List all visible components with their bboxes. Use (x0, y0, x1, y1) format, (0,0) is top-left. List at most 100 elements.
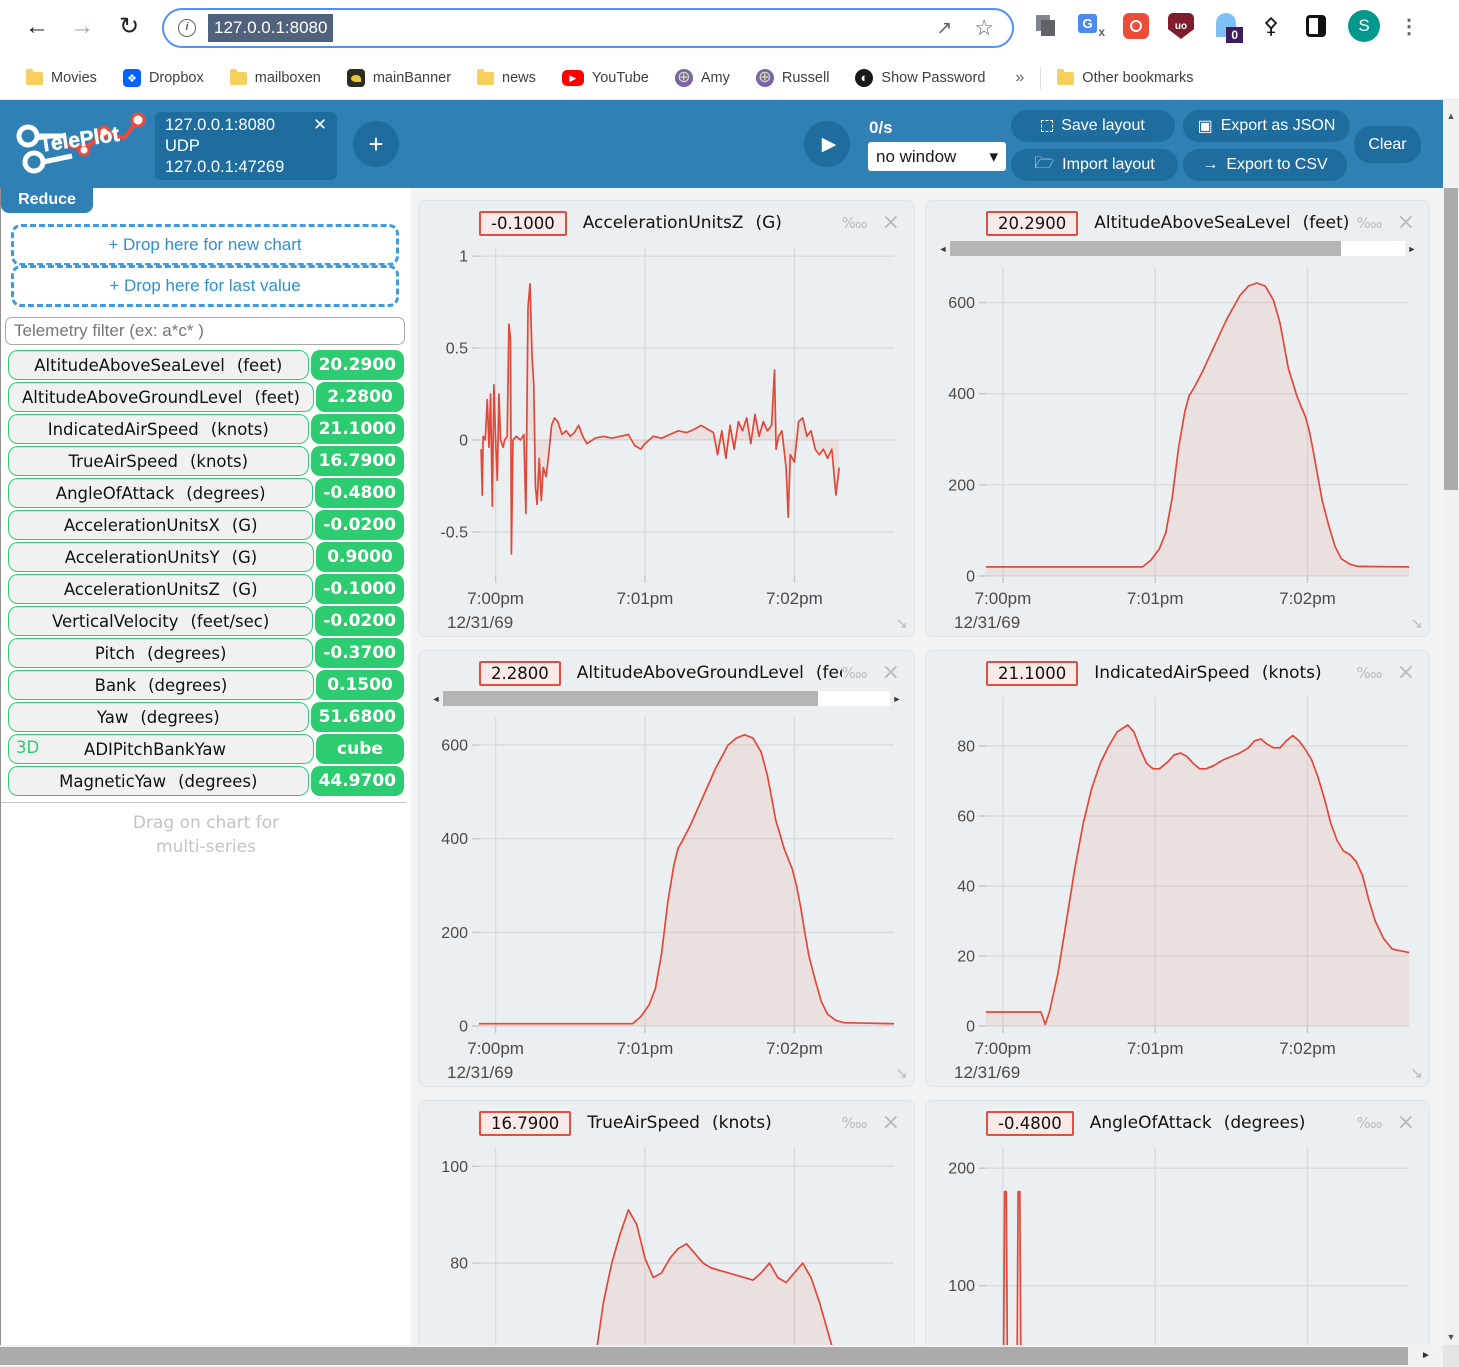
chart-scroll-right-icon[interactable]: ► (890, 694, 904, 704)
chart-close-icon[interactable]: × (882, 212, 900, 234)
chart-close-icon[interactable]: × (1397, 1112, 1415, 1134)
other-bookmarks[interactable]: Other bookmarks (1057, 68, 1194, 86)
chart-close-icon[interactable]: × (1397, 212, 1415, 234)
connection-close-icon[interactable]: ✕ (313, 115, 327, 136)
scroll-right-icon[interactable]: ► (1421, 1345, 1437, 1367)
bookmarks-overflow-icon[interactable]: » (1015, 69, 1024, 87)
telemetry-row[interactable]: TrueAirSpeed (knots) 16.7900 (8, 446, 404, 476)
telemetry-label[interactable]: MagneticYaw (degrees) (8, 766, 309, 796)
darkmode-extension-icon[interactable] (1303, 13, 1329, 39)
bookmark-star-icon[interactable]: ☆ (974, 15, 994, 41)
horizontal-scrollbar[interactable]: ► (0, 1345, 1443, 1367)
play-button[interactable]: ▶ (804, 121, 850, 167)
telemetry-label[interactable]: AltitudeAboveSeaLevel (feet) (8, 350, 309, 380)
telemetry-row[interactable]: Yaw (degrees) 51.6800 (8, 702, 404, 732)
vertical-scrollbar[interactable]: ▲ ▼ (1443, 100, 1459, 1345)
telemetry-value-badge[interactable]: 0.9000 (316, 542, 404, 572)
import-layout-button[interactable]: 🗁 Import layout (1011, 149, 1178, 181)
telemetry-row[interactable]: Bank (degrees) 0.1500 (8, 670, 404, 700)
chart-close-icon[interactable]: × (882, 1112, 900, 1134)
chart-scrollbar-thumb[interactable] (443, 691, 819, 706)
telemetry-value-badge[interactable]: 51.6800 (310, 702, 404, 732)
adblock-shield-icon[interactable]: uo (1168, 13, 1194, 39)
bookmark-youtube[interactable]: ▶ YouTube (561, 70, 649, 86)
back-icon[interactable]: ← (20, 10, 54, 44)
telemetry-label[interactable]: Pitch (degrees) (8, 638, 314, 668)
telemetry-label[interactable]: TrueAirSpeed (knots) (8, 446, 309, 476)
telemetry-label[interactable]: IndicatedAirSpeed (knots) (8, 414, 309, 444)
telemetry-value-badge[interactable]: -0.3700 (315, 638, 404, 668)
chart-scrollbar[interactable]: ◄ ► (429, 690, 904, 707)
reload-icon[interactable]: ↻ (112, 10, 146, 44)
telemetry-value-badge[interactable]: -0.4800 (315, 478, 404, 508)
horizontal-scrollbar-thumb[interactable] (0, 1347, 1408, 1365)
chart-scrollbar-track[interactable] (950, 241, 1405, 256)
telemetry-label[interactable]: AltitudeAboveGroundLevel (feet) (8, 382, 314, 412)
bookmark-amy[interactable]: ⊕ Amy (674, 69, 730, 87)
chart-close-icon[interactable]: × (1397, 662, 1415, 684)
chart-plot[interactable]: 4060801007:00pm7:01pm7:02pm12/31/69 (427, 1139, 906, 1367)
bookmark-movies[interactable]: Movies (26, 68, 97, 86)
telemetry-value-badge[interactable]: cube (316, 734, 404, 764)
bookmark-mailboxen[interactable]: mailboxen (229, 68, 321, 86)
telemetry-label[interactable]: AccelerationUnitsX (G) (8, 510, 314, 540)
stats-permille-icon[interactable]: ‱ (1357, 1114, 1383, 1132)
telemetry-value-badge[interactable]: 44.9700 (310, 766, 404, 796)
chart-scroll-right-icon[interactable]: ► (1405, 244, 1419, 254)
chart-plot[interactable]: 1 0.5 0 -0.5 7:00pm 7:01pm 7:02pm 12/31/69 (427, 239, 906, 632)
chart-plot[interactable]: 0 200 400 600 7:00pm 7:01pm 7:02pm 12/31/69 (427, 709, 906, 1082)
vertical-scrollbar-thumb[interactable] (1444, 188, 1458, 490)
bookmark-dropbox[interactable]: ❖ Dropbox (122, 69, 204, 87)
export-csv-button[interactable]: → Export to CSV (1183, 149, 1347, 181)
url-text[interactable]: 127.0.0.1:8080 (208, 14, 334, 42)
save-layout-button[interactable]: Save layout (1011, 110, 1175, 142)
telemetry-row[interactable]: AccelerationUnitsZ (G) -0.1000 (8, 574, 404, 604)
translate-extension-icon[interactable]: Gx (1078, 13, 1105, 39)
telemetry-value-badge[interactable]: 0.1500 (316, 670, 404, 700)
stats-permille-icon[interactable]: ‱ (842, 664, 868, 682)
telemetry-value-badge[interactable]: -0.0200 (315, 606, 404, 636)
ghostery-extension-icon[interactable]: 0 (1213, 13, 1243, 43)
chart-scrollbar-track[interactable] (443, 691, 890, 706)
drop-new-chart-zone[interactable]: + Drop here for new chart (11, 224, 399, 266)
chart-plot[interactable]: 0 20 40 60 80 7:00pm 7:01pm 7:02pm 12/31/69 (934, 689, 1421, 1082)
drop-last-value-zone[interactable]: + Drop here for last value (11, 265, 399, 307)
chart-resize-handle[interactable]: ↘ (895, 614, 908, 632)
tab-groups-icon[interactable] (1033, 13, 1059, 39)
extensions-puzzle-icon[interactable]: ⚴ (1258, 13, 1284, 39)
telemetry-row[interactable]: MagneticYaw (degrees) 44.9700 (8, 766, 404, 796)
address-bar[interactable]: i 127.0.0.1:8080 ↗ ☆ (162, 8, 1014, 48)
telemetry-value-badge[interactable]: -0.1000 (315, 574, 404, 604)
chart-close-icon[interactable]: × (882, 662, 900, 684)
bookmark-news[interactable]: news (477, 68, 536, 86)
chart-resize-handle[interactable]: ↘ (895, 1064, 908, 1082)
telemetry-label[interactable]: AngleOfAttack (degrees) (8, 478, 314, 508)
bookmark-mainbanner[interactable]: mainBanner (346, 69, 451, 87)
connection-tab[interactable]: 127.0.0.1:8080 ✕ UDP 127.0.0.1:47269 (155, 112, 337, 180)
telemetry-row[interactable]: AltitudeAboveGroundLevel (feet) 2.2800 (8, 382, 404, 412)
telemetry-row[interactable]: 3D ADIPitchBankYaw cube (8, 734, 404, 764)
telemetry-value-badge[interactable]: 2.2800 (316, 382, 404, 412)
export-json-button[interactable]: ▣ Export as JSON (1183, 110, 1350, 142)
chart-plot[interactable]: 0 200 400 600 7:00pm 7:01pm 7:02pm 12/31/69 (934, 259, 1421, 632)
chart-resize-handle[interactable]: ↘ (1410, 1064, 1423, 1082)
telemetry-label[interactable]: Bank (degrees) (8, 670, 314, 700)
telemetry-label[interactable]: VerticalVelocity (feet/sec) (8, 606, 314, 636)
browser-menu-icon[interactable]: ⋮ (1399, 14, 1419, 39)
reduce-tab[interactable]: Reduce (1, 188, 93, 213)
scroll-down-icon[interactable]: ▼ (1443, 1329, 1459, 1345)
clear-button[interactable]: Clear (1354, 126, 1421, 163)
telemetry-row[interactable]: AccelerationUnitsX (G) -0.0200 (8, 510, 404, 540)
scroll-up-icon[interactable]: ▲ (1443, 108, 1459, 124)
stats-permille-icon[interactable]: ‱ (842, 214, 868, 232)
pocket-extension-icon[interactable] (1123, 13, 1149, 39)
window-select[interactable]: no window ▾ (868, 142, 1006, 171)
chart-plot[interactable]: 01002007:00pm7:01pm7:02pm12/31/69 (934, 1139, 1421, 1367)
bookmark-show-password[interactable]: ◐ Show Password (855, 69, 985, 87)
telemetry-value-badge[interactable]: 20.2900 (310, 350, 404, 380)
profile-avatar[interactable]: S (1348, 10, 1380, 42)
telemetry-value-badge[interactable]: 21.1000 (310, 414, 404, 444)
bookmark-russell[interactable]: ⊕ Russell (755, 69, 829, 87)
telemetry-row[interactable]: AngleOfAttack (degrees) -0.4800 (8, 478, 404, 508)
share-icon[interactable]: ↗ (936, 17, 952, 40)
